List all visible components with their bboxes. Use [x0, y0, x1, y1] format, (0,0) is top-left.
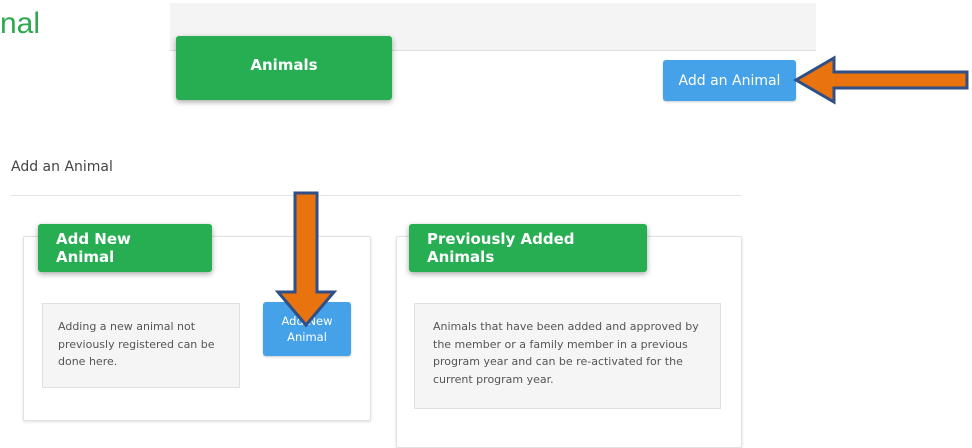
add-new-animal-button[interactable]: Add New Animal: [263, 302, 351, 356]
add-new-animal-tile-label: Add New Animal: [56, 230, 131, 266]
animals-tile[interactable]: Animals: [176, 36, 392, 100]
animals-tile-label: Animals: [250, 56, 318, 74]
add-an-animal-button[interactable]: Add an Animal: [663, 60, 796, 101]
previously-added-animals-tile-label: Previously Added Animals: [427, 230, 575, 266]
arrow-left-icon: [793, 55, 969, 105]
slide-title-fragment: nal: [0, 7, 41, 40]
previous-animals-description: Animals that have been added and approve…: [414, 303, 721, 409]
new-animal-description: Adding a new animal not previously regis…: [42, 303, 240, 388]
section-title: Add an Animal: [11, 159, 113, 175]
add-new-animal-tile: Add New Animal: [38, 224, 212, 272]
add-an-animal-label: Add an Animal: [678, 72, 781, 89]
section-divider: [11, 195, 741, 196]
add-new-animal-button-line2: Animal: [287, 330, 327, 344]
add-new-animal-button-line1: Add New: [281, 314, 333, 328]
previously-added-animals-tile: Previously Added Animals: [409, 224, 647, 272]
